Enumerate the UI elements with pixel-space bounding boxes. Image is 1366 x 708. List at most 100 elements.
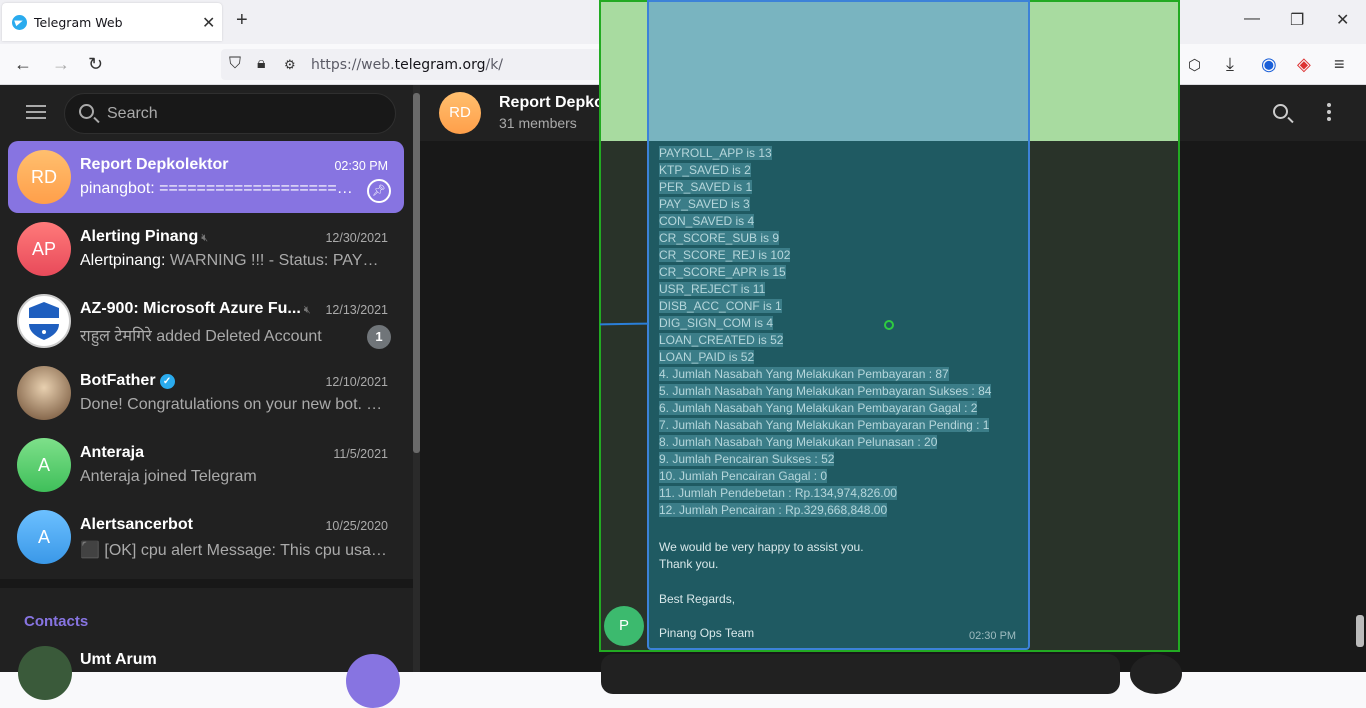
unread-badge: 1 [367,325,391,349]
permissions-icon[interactable]: ⚙ [284,57,296,73]
hamburger-menu-icon[interactable] [26,105,46,119]
message-time: 02:30 PM [969,630,1017,642]
chat-time: 12/30/2021 [325,231,388,245]
window-close-icon[interactable]: ✕ [1336,10,1349,30]
message-signature: Pinang Ops Team [659,626,755,640]
message-line: 7. Jumlah Nasabah Yang Melakukan Pembaya… [659,418,990,432]
contact-name[interactable]: Umt Arum [80,651,157,669]
chat-item-botfather[interactable]: BotFather ✓ 12/10/2021 Done! Congratulati… [8,357,404,429]
message-line: CR_SCORE_SUB is 9 [659,231,780,245]
extension-icon[interactable]: ◈ [1297,54,1311,75]
chat-item-az900[interactable]: AZ-900: Microsoft Azure Fu... 🔇︎ 12/13/20… [8,285,404,357]
download-icon[interactable]: ⤓ [1226,54,1234,75]
reload-icon[interactable]: ↻ [88,54,103,75]
forward-icon[interactable]: → [52,54,70,75]
new-tab-button[interactable]: + [236,9,248,32]
minimize-icon[interactable]: — [1244,10,1260,28]
message-line: PAYROLL_APP is 13 [659,146,772,160]
cursor-marker [884,320,894,330]
chat-time: 12/13/2021 [325,303,388,317]
avatar: A [17,510,71,564]
chat-time: 12/10/2021 [325,375,388,389]
message-line: 9. Jumlah Pencairan Sukses : 52 [659,452,835,466]
tab-title: Telegram Web [34,15,123,30]
message-line: 11. Jumlah Pendebetan : Rp.134,974,826.0… [659,486,897,500]
browser-tab[interactable]: Telegram Web ✕ [2,3,222,41]
lock-icon[interactable]: 🔒︎ [257,55,266,73]
chat-name: BotFather ✓ [80,372,175,390]
message-line: PAY_SAVED is 3 [659,197,750,211]
chat-name: Alertsancerbot [80,516,193,533]
message-line: 8. Jumlah Nasabah Yang Melakukan Pelunas… [659,435,938,449]
chat-scrollbar[interactable] [1356,615,1364,647]
sidebar-scrollbar[interactable] [413,93,420,453]
back-icon[interactable]: ← [14,54,32,75]
verified-icon: ✓ [159,374,175,389]
chat-name: Report Depkolektor [80,156,229,173]
search-box[interactable] [64,93,396,134]
chat-time: 10/25/2020 [325,519,388,533]
chat-time: 11/5/2021 [333,447,388,461]
pocket-icon[interactable]: ⬡ [1188,56,1201,74]
menu-icon[interactable]: ≡ [1334,54,1345,75]
section-divider [0,579,413,588]
chat-preview: ⬛ [OK] cpu alert Message: This cpu usage… [80,542,390,559]
contact-avatar [18,646,72,700]
message-line: 6. Jumlah Nasabah Yang Melakukan Pembaya… [659,401,978,415]
chat-item-alertsancerbot[interactable]: A Alertsancerbot 10/25/2020 ⬛ [OK] cpu a… [8,501,404,573]
chat-list-sidebar: RD Report Depkolektor 02:30 PM pinangbot… [0,85,420,708]
message-line: CON_SAVED is 4 [659,214,755,228]
azure-shield-icon [29,302,59,340]
message-line: 10. Jumlah Pencairan Gagal : 0 [659,469,828,483]
password-manager-icon[interactable]: ◉ [1261,54,1277,75]
chat-preview: राहुल टेमगिरे added Deleted Account [80,328,322,345]
chat-preview: Anteraja joined Telegram [80,468,257,485]
message-line: KTP_SAVED is 2 [659,163,751,177]
message-line: PER_SAVED is 1 [659,180,753,194]
message-line: DISB_ACC_CONF is 1 [659,299,782,313]
message-line: LOAN_CREATED is 52 [659,333,784,347]
chat-item-report-depkolektor[interactable]: RD Report Depkolektor 02:30 PM pinangbot… [8,141,404,213]
telegram-app: RD Report Depkolektor 02:30 PM pinangbot… [0,0,1366,708]
pin-icon[interactable]: 📌︎ [367,179,391,203]
message-closing-line: We would be very happy to assist you. [659,540,864,554]
chat-preview: Alertpinang: WARNING !!! - Status: PAYRO… [80,252,390,269]
sender-avatar[interactable]: P [604,606,644,646]
muted-icon: 🔇︎ [303,304,311,316]
chat-name: AZ-900: Microsoft Azure Fu... 🔇︎ [80,300,311,317]
url-text[interactable]: https://web.telegram.org/k/ [311,57,503,73]
message-line: CR_SCORE_APR is 15 [659,265,786,279]
chat-name: Anteraja [80,444,145,461]
chat-search-icon[interactable] [1273,104,1288,119]
muted-icon: 🔇︎ [201,232,209,244]
message-line: 12. Jumlah Pencairan : Rp.329,668,848.00 [659,503,888,517]
message-bubble-top [647,0,1030,141]
message-composer[interactable] [601,654,1120,694]
avatar: A [17,438,71,492]
shield-icon[interactable]: ⛉ [229,55,241,73]
search-icon [79,104,94,119]
chat-name: Alerting Pinang 🔇︎ [80,228,209,245]
telegram-favicon-icon [12,15,27,30]
restore-icon[interactable]: ❐ [1290,10,1304,30]
avatar: RD [17,150,71,204]
tab-close-icon[interactable]: ✕ [202,13,215,33]
more-options-icon[interactable] [1327,103,1331,121]
avatar: AP [17,222,71,276]
message-line: LOAN_PAID is 52 [659,350,755,364]
chat-header-avatar[interactable]: RD [439,92,481,134]
contacts-heading: Contacts [24,613,89,630]
botfather-avatar [17,366,71,420]
chat-preview: pinangbot: ====================== [80,180,360,197]
message-line: 5. Jumlah Nasabah Yang Melakukan Pembaya… [659,384,992,398]
search-input[interactable] [107,105,377,123]
message-text-selected[interactable]: PAYROLL_APP is 13 KTP_SAVED is 2 PER_SAV… [659,145,1029,519]
azure-badge-avatar [17,294,71,348]
new-message-button[interactable] [346,654,400,708]
message-line: DIG_SIGN_COM is 4 [659,316,774,330]
chat-item-anteraja[interactable]: A Anteraja 11/5/2021 Anteraja joined Tel… [8,429,404,501]
message-line: USR_REJECT is 11 [659,282,766,296]
voice-record-button[interactable] [1130,654,1182,694]
chat-item-alerting-pinang[interactable]: AP Alerting Pinang 🔇︎ 12/30/2021 Alertpin… [8,213,404,285]
chat-time: 02:30 PM [334,159,388,173]
